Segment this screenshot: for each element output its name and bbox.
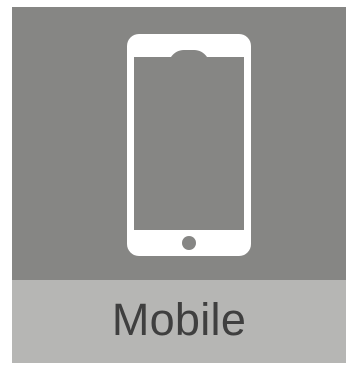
- mobile-tile[interactable]: Mobile: [12, 7, 346, 363]
- tile-label-area: Mobile: [12, 280, 346, 363]
- tile-icon-area: [12, 7, 346, 280]
- mobile-phone-icon: [127, 34, 251, 256]
- tile-label: Mobile: [111, 294, 247, 345]
